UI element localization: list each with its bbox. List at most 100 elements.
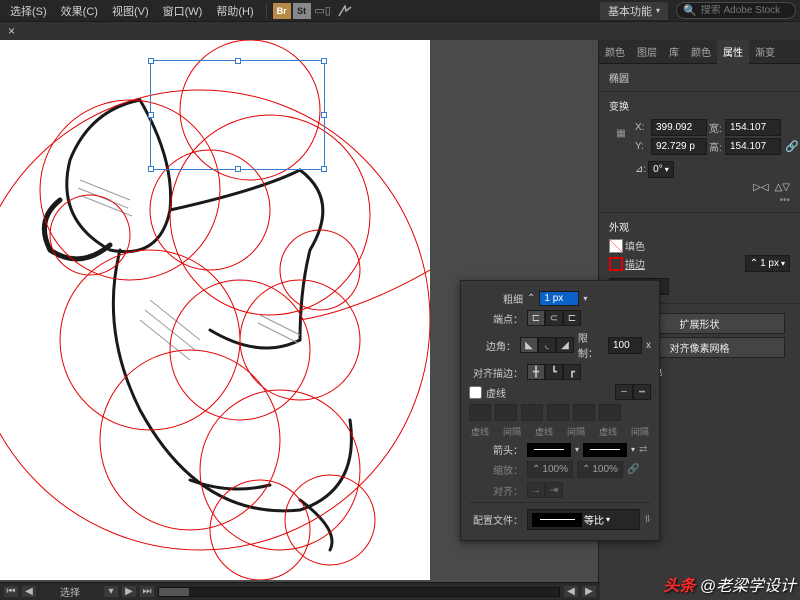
last-artboard-icon[interactable]: ⏭ [140,586,154,597]
x-label: X: [635,122,649,133]
corner-buttons: ◣◟◢ [520,337,574,353]
arrow-align2-icon: ⇥ [545,482,563,498]
tab-layers[interactable]: 图层 [631,40,663,63]
align-center-icon[interactable]: ╋ [527,364,545,380]
arrow-label: 箭头： [469,442,523,457]
tab-lib[interactable]: 库 [663,40,685,63]
artboard[interactable] [0,40,430,580]
miter-unit: x [646,340,651,351]
arrow-scale2: ⌃100% [577,461,623,478]
cap-buttons: ⊏⊂⊏ [527,310,581,326]
arrow-end-combo[interactable] [583,443,627,457]
stock-icon[interactable]: St [293,3,311,19]
corner-label: 边角： [469,338,516,353]
cap-round-icon[interactable]: ⊂ [545,310,563,326]
close-tab-icon[interactable]: × [8,24,15,38]
bridge-icon[interactable]: Br [273,3,291,19]
corner-miter-icon[interactable]: ◣ [520,337,538,353]
stroke-swatch[interactable] [609,257,623,271]
status-mode: 选择 [40,584,100,599]
reference-point-icon[interactable]: ▦ [609,117,633,149]
w-input[interactable] [725,119,781,136]
gap1-input [495,404,517,421]
search-box[interactable]: 🔍 [676,2,796,19]
y-label: Y: [635,141,649,152]
arrow-start-combo[interactable] [527,443,571,457]
arrange-icon[interactable]: ▭▯ [313,3,333,19]
appearance-heading: 外观 [609,219,790,234]
shape-type-label: 椭圆 [609,74,629,85]
flip-vertical-icon[interactable]: △▽ [775,182,790,193]
panel-tabs: 颜色 图层 库 颜色 属性 渐变 [599,40,800,64]
first-artboard-icon[interactable]: ⏮ [4,586,18,597]
workspace-label: 基本功能 [608,3,652,19]
status-dropdown-icon[interactable]: ▾ [104,586,118,597]
fill-label: 填色 [625,238,645,253]
fill-swatch[interactable] [609,239,623,253]
tab-properties[interactable]: 属性 [717,40,749,64]
y-input[interactable] [651,138,707,155]
document-tabbar: × [0,22,800,40]
arrow-scale-label: 缩放： [469,462,523,477]
menu-help[interactable]: 帮助(H) [210,1,259,21]
flip-horizontal-icon[interactable]: ▷◁ [753,182,768,193]
gap3-input [599,404,621,421]
stroke-weight-dropdown[interactable]: ▾ [583,294,587,303]
watermark-author: @老梁学设计 [700,578,796,595]
align-stroke-label: 对齐描边： [469,365,523,380]
cap-butt-icon[interactable]: ⊏ [527,310,545,326]
link-constrain-icon[interactable]: 🔗 [785,140,799,153]
menu-effect[interactable]: 效果(C) [55,1,104,21]
cap-projecting-icon[interactable]: ⊏ [563,310,581,326]
stroke-panel-popup: 粗细⌃1 px▾ 端点： ⊏⊂⊏ 边角： ◣◟◢ 限制： x 对齐描边： ╋┗┏… [460,280,660,541]
arrow-scale1: ⌃100% [527,461,573,478]
menu-window[interactable]: 窗口(W) [157,1,209,21]
rotate-input[interactable]: 0°▾ [648,161,674,178]
menu-select[interactable]: 选择(S) [4,1,53,21]
dash2-input [521,404,543,421]
scroll-right-icon[interactable]: ▶ [582,586,596,597]
transform-heading: 变换 [609,98,790,113]
search-input[interactable] [701,5,789,16]
prev-artboard-icon[interactable]: ◀ [22,586,36,597]
link-scale-icon: 🔗 [627,464,639,475]
more-options-icon[interactable]: ••• [609,195,790,206]
dashed-checkbox[interactable] [469,386,482,399]
gap2-input [547,404,569,421]
dash1-input [469,404,491,421]
h-input[interactable] [725,138,781,155]
align-inside-icon[interactable]: ┗ [545,364,563,380]
watermark: 头条 @老梁学设计 [663,572,796,596]
corner-bevel-icon[interactable]: ◢ [556,337,574,353]
profile-label: 配置文件： [469,512,523,527]
watermark-logo: 头条 [663,578,695,595]
stroke-weight-field[interactable]: 1 px [539,291,579,306]
tab-gradient[interactable]: 渐变 [749,40,781,63]
menu-view[interactable]: 视图(V) [106,1,155,21]
align-stroke-buttons: ╋┗┏ [527,364,581,380]
stroke-weight-input[interactable]: ⌃1 px▾ [745,255,790,272]
swap-arrows-icon[interactable]: ⇄ [639,444,647,455]
cap-label: 端点： [469,311,523,326]
status-bar: ⏮ ◀ 选择 ▾ ▶ ⏭ ◀ ▶ [0,582,600,600]
stroke-label[interactable]: 描边 [625,256,645,271]
workspace-switcher[interactable]: 基本功能▾ [600,2,668,20]
dash-option1-icon[interactable]: ┄ [615,384,633,400]
corner-round-icon[interactable]: ◟ [538,337,556,353]
stroke-weight-label: 粗细 [469,291,523,306]
align-outside-icon[interactable]: ┏ [563,364,581,380]
next-artboard-icon[interactable]: ▶ [122,586,136,597]
transform-section: 变换 ▦ X:宽: Y:高: ⊿: 0°▾ ▷◁ △▽ ••• [599,92,800,213]
x-input[interactable] [651,119,707,136]
h-label: 高: [709,139,723,154]
tab-color2[interactable]: 颜色 [685,40,717,63]
h-scrollbar[interactable] [158,587,560,597]
gpu-icon[interactable] [335,3,355,19]
arrow-align-label: 对齐： [469,483,523,498]
flip-profile-icon[interactable]: ⥮ [644,514,651,525]
miter-limit-input[interactable] [608,337,642,354]
scroll-left-icon[interactable]: ◀ [564,586,578,597]
dash-option2-icon[interactable]: ┅ [633,384,651,400]
profile-combo[interactable]: 等比▾ [527,509,640,530]
tab-color[interactable]: 颜色 [599,40,631,63]
